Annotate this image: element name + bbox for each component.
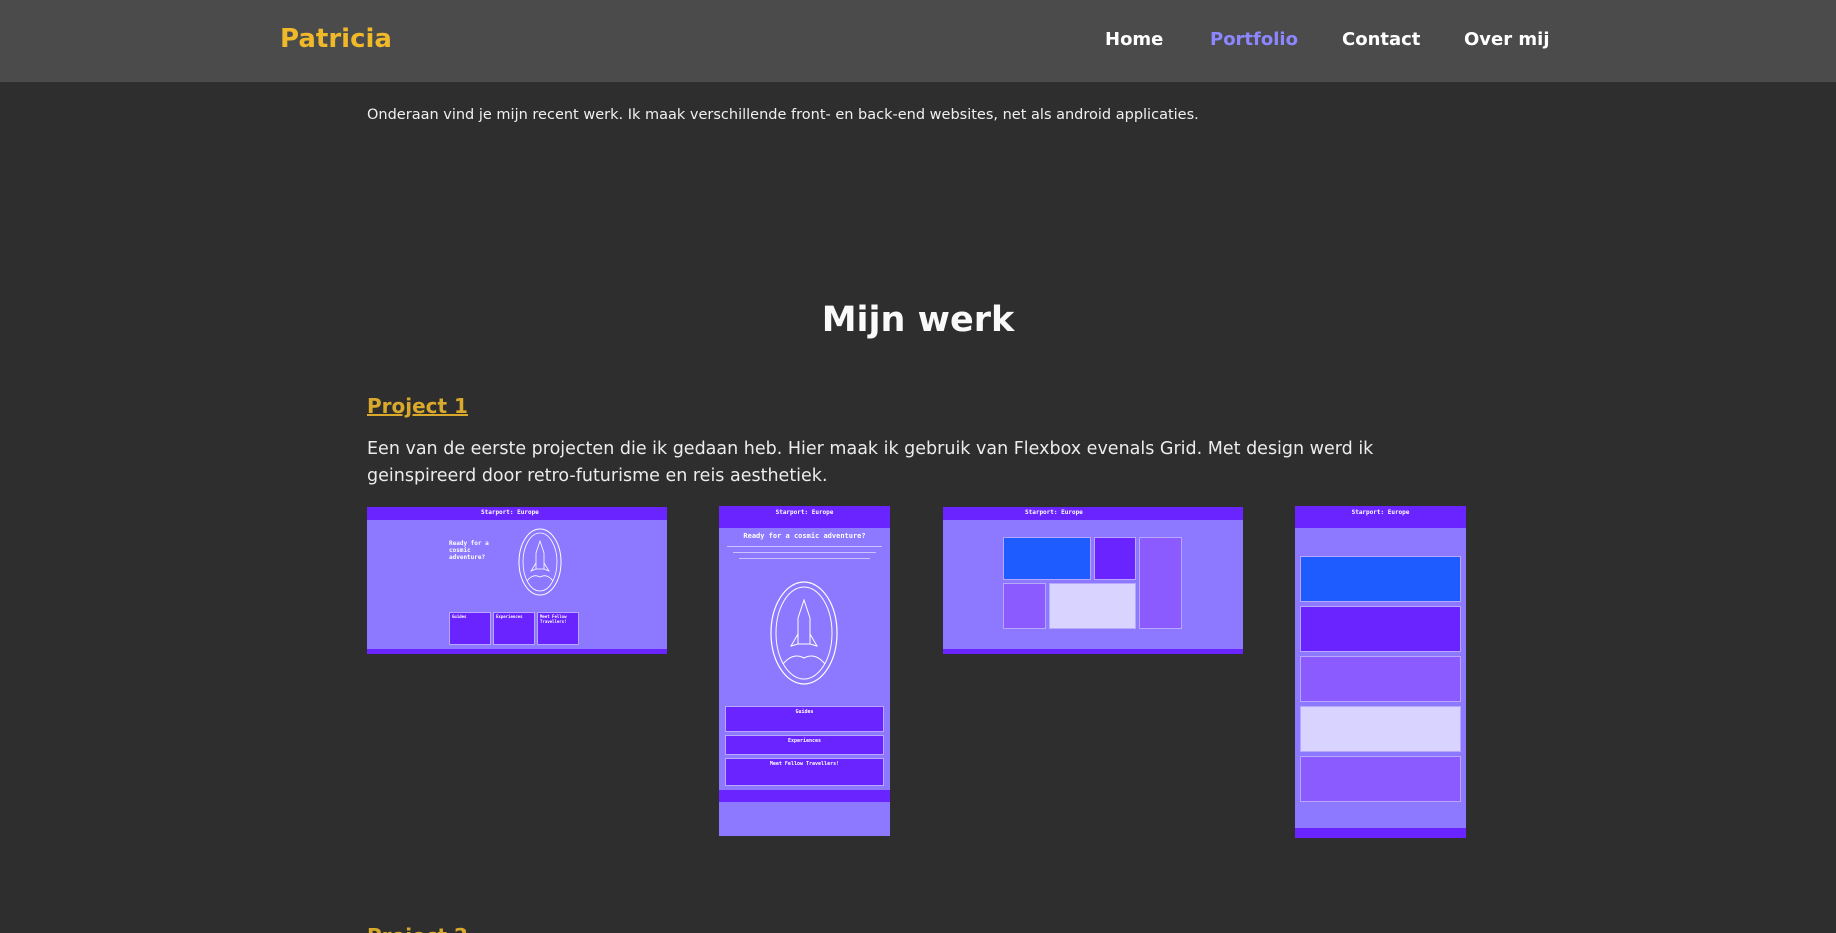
screenshot-card-guides: Guides	[449, 612, 491, 645]
screenshot-testimonial-card	[1003, 583, 1046, 629]
screenshot-footer	[943, 649, 1243, 654]
nav-home[interactable]: Home	[1105, 29, 1163, 50]
screenshot-site-title: Starport: Europe	[481, 509, 539, 516]
screenshot-testimonial-card	[1300, 706, 1461, 752]
screenshot-topbar	[943, 507, 1243, 520]
site-header: Patricia Home Portfolio Contact Over mij	[0, 0, 1836, 82]
project-1-description: Een van de eerste projecten die ik gedaa…	[367, 439, 1374, 486]
nav-portfolio[interactable]: Portfolio	[1210, 29, 1298, 50]
screenshot-hero-title: Ready for a cosmic adventure?	[743, 532, 866, 540]
screenshot-card-experiences: Experiences	[493, 612, 535, 645]
project-1-screenshot-mobile-travellers[interactable]: Starport: Europe	[1295, 506, 1466, 838]
screenshot-testimonial-card	[1300, 756, 1461, 802]
rocket-emblem-icon	[770, 581, 838, 685]
project-2-heading[interactable]: Project 2	[367, 924, 468, 933]
screenshot-testimonial-card	[1003, 537, 1091, 580]
screenshot-testimonial-card	[1300, 656, 1461, 702]
screenshot-footer	[719, 790, 890, 802]
screenshot-card-travellers: Meet Fellow Travellers!	[537, 612, 579, 645]
screenshot-testimonial-card	[1049, 583, 1136, 629]
screenshot-hero-title: Ready for a cosmic adventure?	[449, 540, 489, 561]
screenshot-site-title: Starport: Europe	[1351, 509, 1410, 516]
main-nav: Home Portfolio Contact Over mij	[0, 29, 1836, 59]
screenshot-card-guides: Guides	[725, 706, 884, 732]
rocket-emblem-icon	[518, 528, 562, 596]
screenshot-testimonial-card	[1139, 537, 1182, 629]
screenshot-card-experiences: Experiences	[725, 735, 884, 755]
intro-text: Onderaan vind je mijn recent werk. Ik ma…	[367, 107, 1199, 123]
screenshot-site-title: Starport: Europe	[775, 509, 834, 516]
nav-over-mij[interactable]: Over mij	[1464, 29, 1549, 50]
screenshot-testimonial-card	[1300, 606, 1461, 652]
project-1-screenshot-mobile-home[interactable]: Starport: Europe Ready for a cosmic adve…	[719, 506, 890, 836]
project-1-screenshot-desktop-travellers[interactable]: Starport: Europe	[943, 507, 1243, 654]
project-1-screenshot-desktop-home[interactable]: Starport: Europe Ready for a cosmic adve…	[367, 507, 667, 654]
nav-contact[interactable]: Contact	[1342, 29, 1420, 50]
screenshot-footer	[367, 649, 667, 654]
project-1-heading[interactable]: Project 1	[367, 394, 468, 418]
screenshot-site-title: Starport: Europe	[1025, 509, 1083, 516]
screenshot-card-travellers: Meet Fellow Travellers!	[725, 758, 884, 786]
screenshot-testimonial-card	[1300, 556, 1461, 602]
screenshot-testimonial-card	[1094, 537, 1136, 580]
section-title: Mijn werk	[821, 300, 1015, 340]
screenshot-footer	[1295, 828, 1466, 838]
